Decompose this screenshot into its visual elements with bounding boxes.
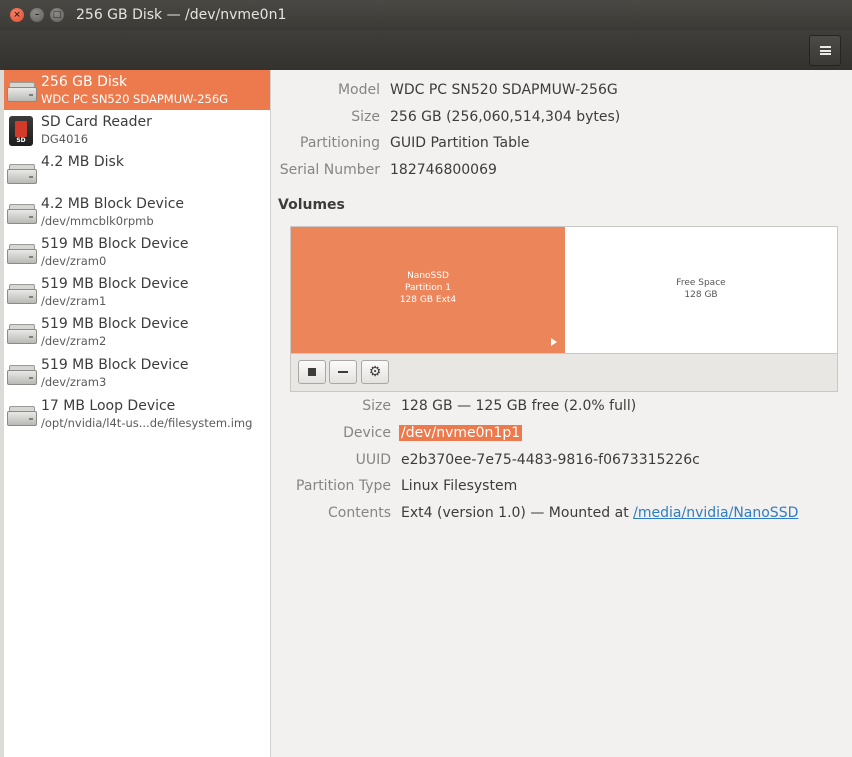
close-window-button[interactable]: ×	[10, 8, 24, 22]
contents-text: Ext4 (version 1.0) — Mounted at	[401, 505, 634, 521]
mounted-arrow-icon	[551, 338, 557, 346]
maximize-icon: □	[52, 9, 62, 20]
free-space-size: 128 GB	[684, 290, 718, 300]
drive-icon	[7, 365, 37, 385]
sidebar-item-4mb-block-device[interactable]: 4.2 MB Block Device /dev/mmcblk0rpmb	[4, 192, 270, 232]
sidebar-item-name: 519 MB Block Device	[41, 236, 189, 252]
partition-size: 128 GB Ext4	[399, 295, 457, 305]
sidebar-item-256gb-disk[interactable]: 256 GB Disk WDC PC SN520 SDAPMUW-256G	[4, 70, 270, 110]
partition-name: NanoSSD	[407, 271, 449, 281]
sidebar-item-subtitle: /dev/zram3	[41, 375, 107, 389]
partitioning-value: GUID Partition Table	[390, 135, 530, 151]
mount-point-link[interactable]: /media/nvidia/NanoSSD	[633, 505, 798, 521]
volume-size-value: 128 GB — 125 GB free (2.0% full)	[401, 398, 637, 414]
unmount-button[interactable]	[298, 360, 326, 384]
sidebar-item-zram0[interactable]: 519 MB Block Device /dev/zram0	[4, 232, 270, 272]
drive-icon	[7, 284, 37, 304]
sidebar-item-4mb-disk[interactable]: 4.2 MB Disk	[4, 150, 270, 190]
sidebar-item-name: 4.2 MB Disk	[41, 154, 124, 170]
partition-options-button[interactable]: ⚙	[361, 360, 389, 384]
minus-icon	[338, 371, 348, 373]
minimize-window-button[interactable]: –	[30, 8, 44, 22]
device-value[interactable]: /dev/nvme0n1p1	[399, 425, 523, 441]
size-value: 256 GB (256,060,514,304 bytes)	[390, 109, 621, 125]
drive-icon	[7, 82, 37, 102]
stop-icon	[308, 368, 316, 376]
sidebar-item-name: 519 MB Block Device	[41, 357, 189, 373]
sidebar-item-name: 256 GB Disk	[41, 74, 128, 90]
sidebar-item-zram2[interactable]: 519 MB Block Device /dev/zram2	[4, 312, 270, 352]
sidebar-item-zram1[interactable]: 519 MB Block Device /dev/zram1	[4, 272, 270, 312]
serial-number-label: Serial Number	[279, 162, 380, 178]
free-space-label: Free Space	[676, 278, 726, 288]
contents-value: Ext4 (version 1.0) — Mounted at /media/n…	[401, 505, 798, 521]
drive-icon	[7, 204, 37, 224]
sidebar-item-name: 519 MB Block Device	[41, 276, 189, 292]
volume-toolbar: ⚙	[290, 354, 838, 392]
app-menu-button[interactable]	[809, 35, 841, 66]
sd-card-icon: SD	[9, 116, 33, 146]
sidebar-item-subtitle: WDC PC SN520 SDAPMUW-256G	[41, 92, 229, 106]
sidebar-item-subtitle: /opt/nvidia/l4t-us...de/filesystem.img	[41, 416, 253, 430]
device-label: Device	[343, 425, 391, 441]
window-title: 256 GB Disk — /dev/nvme0n1	[76, 7, 287, 23]
sidebar-item-subtitle: DG4016	[41, 132, 89, 146]
sidebar-item-subtitle: /dev/zram0	[41, 254, 107, 268]
drive-icon	[7, 406, 37, 426]
sidebar-item-subtitle: /dev/zram2	[41, 334, 107, 348]
sidebar-item-sd-card-reader[interactable]: SD SD Card Reader DG4016	[4, 110, 270, 150]
sidebar-item-name: SD Card Reader	[41, 114, 152, 130]
sidebar-item-subtitle: /dev/zram1	[41, 294, 107, 308]
sidebar-item-loop-device[interactable]: 17 MB Loop Device /opt/nvidia/l4t-us...d…	[4, 394, 270, 434]
title-bar: × – □ 256 GB Disk — /dev/nvme0n1	[0, 0, 852, 30]
size-label: Size	[351, 109, 380, 125]
maximize-window-button[interactable]: □	[50, 8, 64, 22]
drive-icon	[7, 164, 37, 184]
sidebar-item-name: 519 MB Block Device	[41, 316, 189, 332]
uuid-value: e2b370ee-7e75-4483-9816-f0673315226c	[401, 452, 700, 468]
free-space-block[interactable]: Free Space 128 GB	[565, 227, 837, 353]
delete-partition-button[interactable]	[329, 360, 357, 384]
sidebar-item-name: 17 MB Loop Device	[41, 398, 176, 414]
model-label: Model	[337, 82, 380, 98]
serial-number-value: 182746800069	[390, 162, 497, 178]
volumes-heading: Volumes	[278, 197, 345, 213]
close-icon: ×	[13, 9, 21, 20]
partition-number: Partition 1	[404, 283, 452, 293]
drive-icon	[7, 244, 37, 264]
volume-size-label: Size	[362, 398, 391, 414]
model-value: WDC PC SN520 SDAPMUW-256G	[390, 82, 618, 98]
sidebar-item-subtitle: /dev/mmcblk0rpmb	[41, 214, 154, 228]
sidebar-item-zram3[interactable]: 519 MB Block Device /dev/zram3	[4, 353, 270, 393]
uuid-label: UUID	[355, 452, 391, 468]
volume-map: NanoSSD Partition 1 128 GB Ext4 Free Spa…	[290, 226, 838, 354]
gears-icon: ⚙	[368, 364, 382, 380]
drive-icon	[7, 324, 37, 344]
header-bar	[0, 30, 852, 70]
partition-type-label: Partition Type	[296, 478, 391, 494]
hamburger-menu-icon	[819, 46, 831, 55]
sidebar-item-name: 4.2 MB Block Device	[41, 196, 185, 212]
minimize-icon: –	[34, 9, 40, 20]
device-sidebar: 256 GB Disk WDC PC SN520 SDAPMUW-256G SD…	[4, 70, 271, 757]
partition-1-block[interactable]: NanoSSD Partition 1 128 GB Ext4	[291, 227, 565, 353]
partitioning-label: Partitioning	[300, 135, 380, 151]
contents-label: Contents	[328, 505, 391, 521]
partition-type-value: Linux Filesystem	[401, 478, 518, 494]
